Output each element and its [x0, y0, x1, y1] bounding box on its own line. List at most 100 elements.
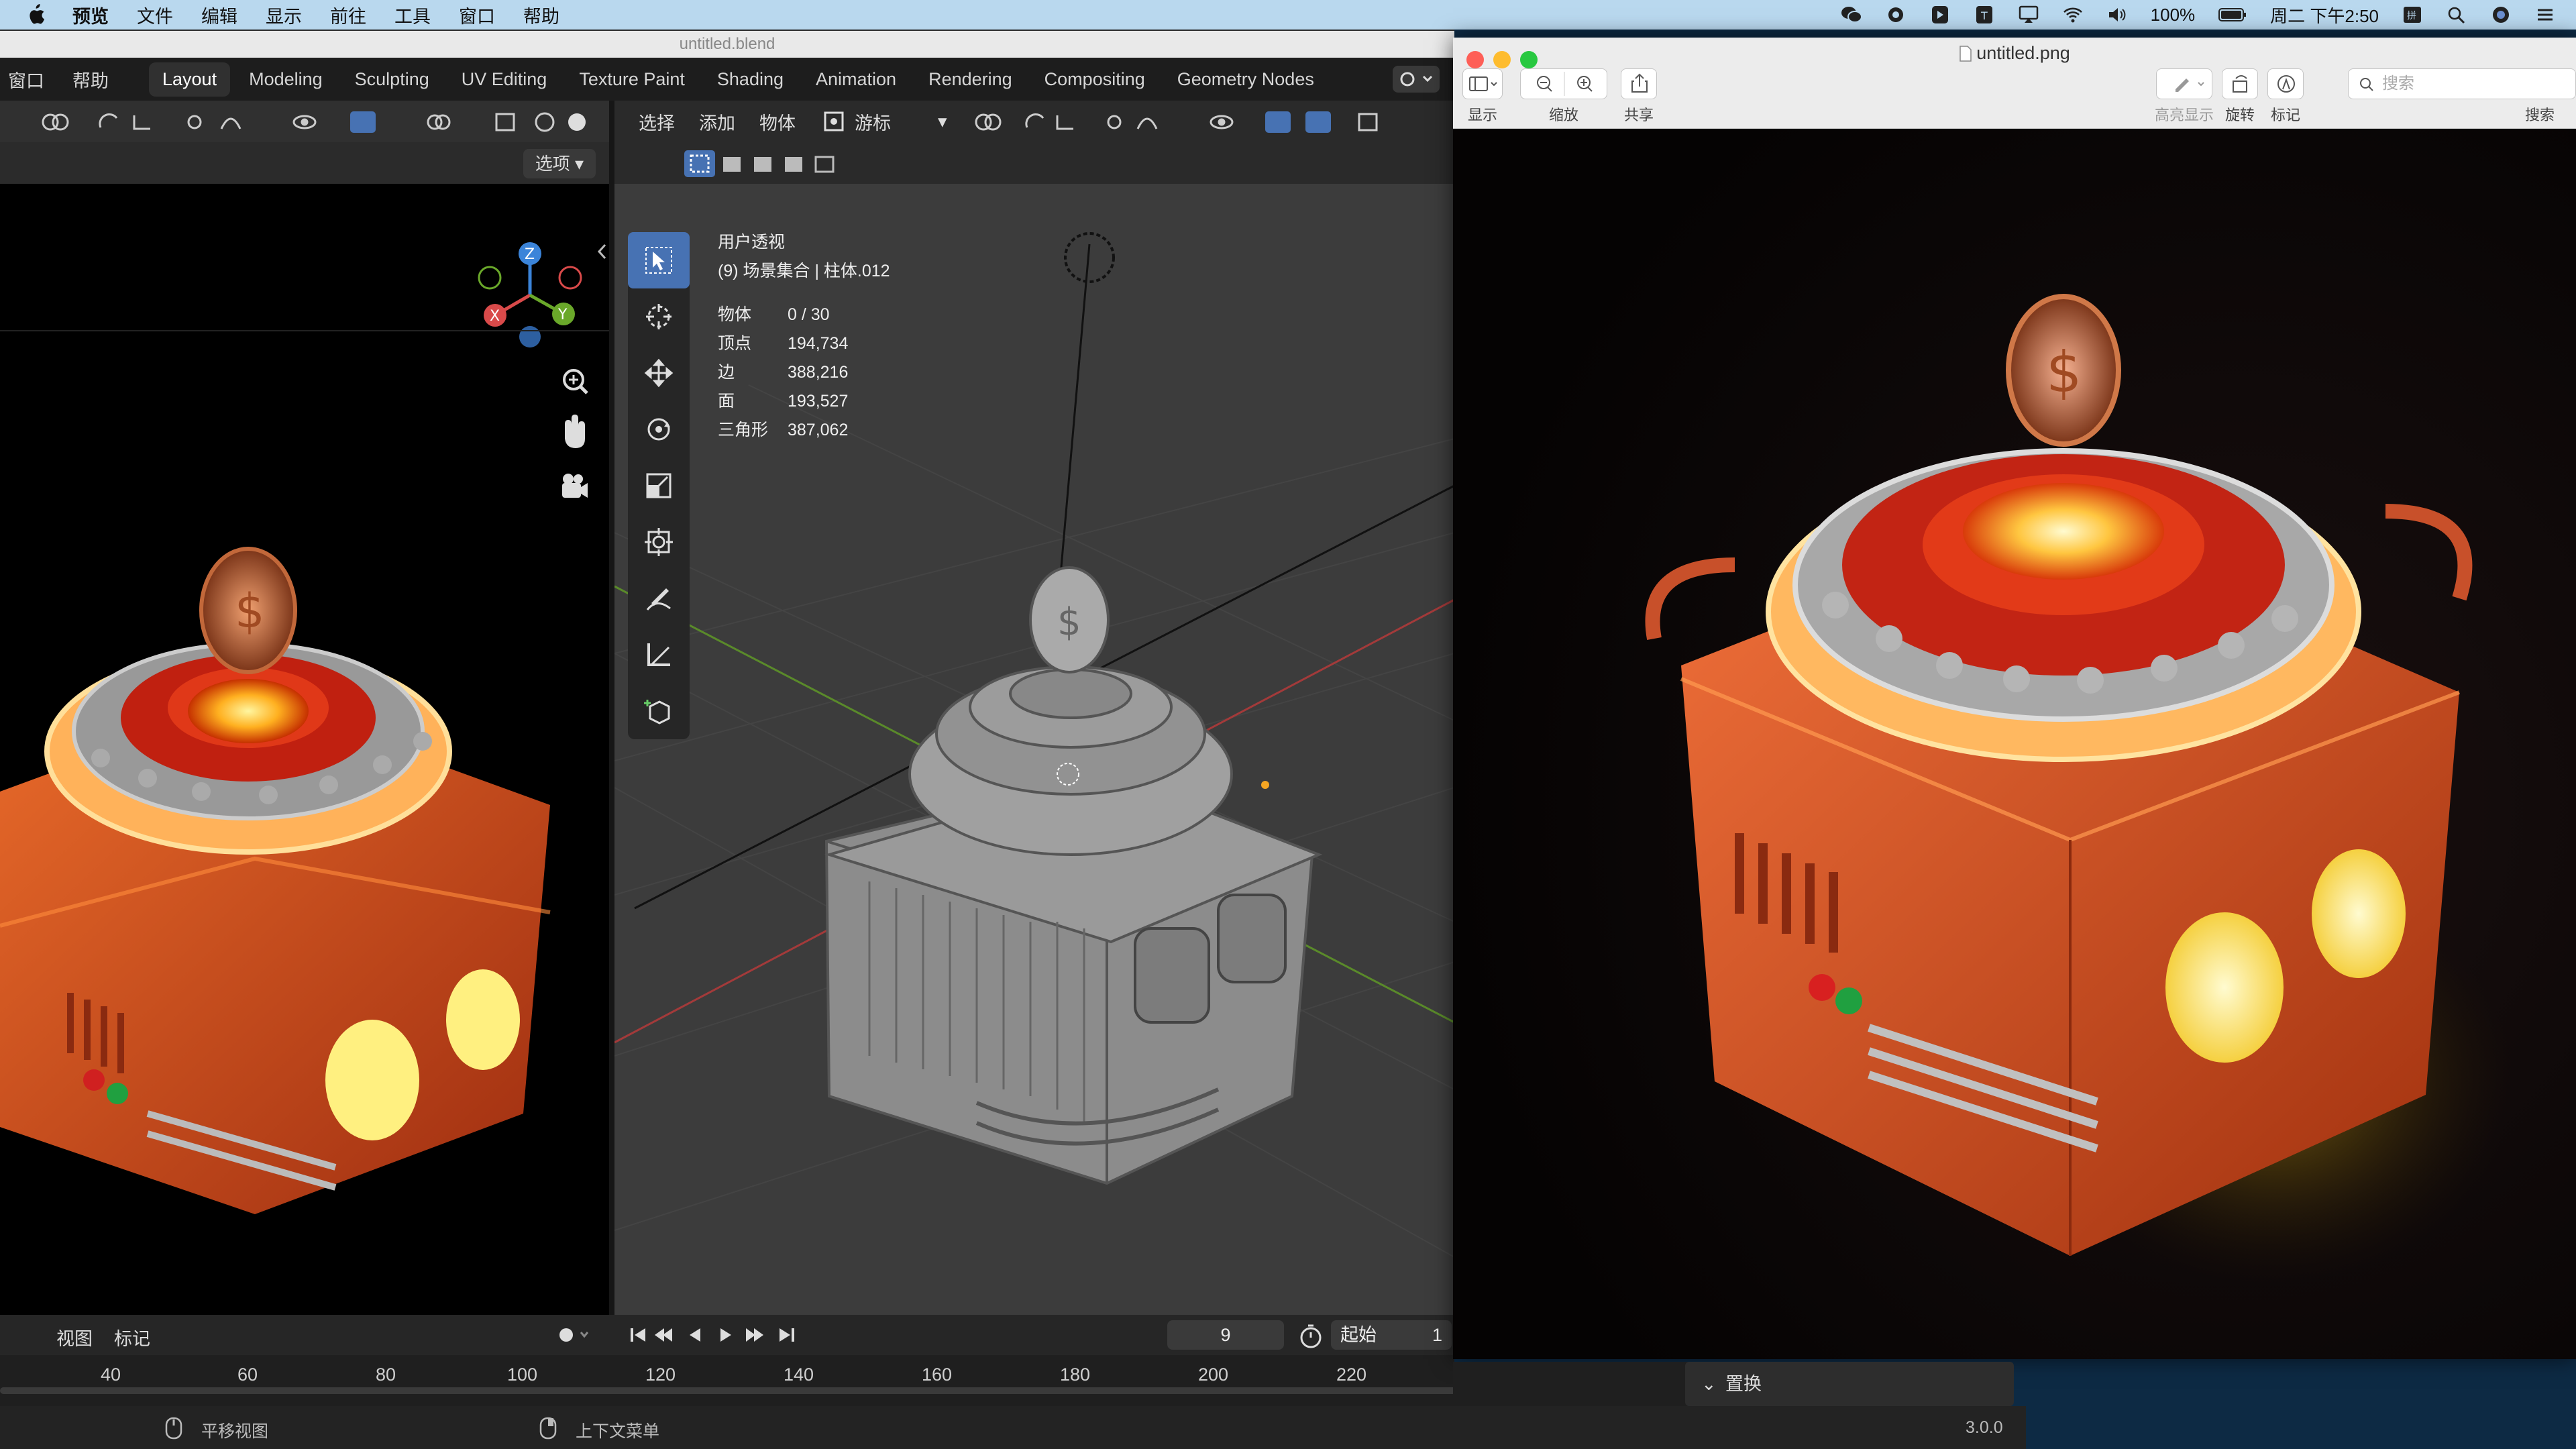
wechat-icon[interactable]: [1841, 5, 1862, 24]
collapse-sidebar-icon[interactable]: [596, 241, 609, 262]
tool-annotate[interactable]: [628, 570, 690, 627]
label-search: 搜索: [2524, 107, 2555, 123]
viewport-menu-object[interactable]: 物体: [759, 109, 796, 135]
airplay-icon[interactable]: [2018, 5, 2039, 24]
current-frame-field[interactable]: 9: [1167, 1320, 1284, 1350]
tool-transform[interactable]: [628, 514, 690, 570]
select-mode-bar: [614, 142, 1454, 184]
tab-compositing[interactable]: Compositing: [1031, 62, 1159, 97]
tab-uv-editing[interactable]: UV Editing: [448, 62, 561, 97]
viewport-stats-overlay: 用户透视 (9) 场景集合 | 柱体.012 物体 0 / 30 顶点 194,73…: [718, 228, 890, 445]
start-frame-field[interactable]: 起始 1: [1331, 1320, 1452, 1350]
ruler-tick: 180: [1060, 1364, 1091, 1385]
play-app-icon[interactable]: [1929, 5, 1951, 24]
viewport-menu-add[interactable]: 添加: [699, 109, 735, 135]
text-app-icon[interactable]: T: [1974, 5, 1995, 24]
input-method-icon[interactable]: 拼: [2402, 5, 2423, 24]
replace-panel[interactable]: ⌄ 置换: [1685, 1362, 2014, 1406]
menu-help[interactable]: 帮助: [523, 2, 559, 28]
stopwatch-icon[interactable]: [1297, 1323, 1324, 1350]
tab-layout[interactable]: Layout: [149, 62, 231, 97]
stat-row: 顶点 194,734: [718, 334, 849, 353]
timeline-scrollbar[interactable]: [0, 1387, 1610, 1394]
sidebar-view-button[interactable]: [1462, 68, 1503, 99]
blender-topbar: 窗口 帮助 Layout Modeling Sculpting UV Editi…: [0, 58, 1454, 101]
blender-titlebar: untitled.blend: [0, 31, 1454, 58]
menu-view[interactable]: 显示: [266, 2, 302, 28]
highlighter-icon: [2176, 78, 2204, 92]
volume-icon[interactable]: [2106, 5, 2128, 24]
tool-move[interactable]: [628, 345, 690, 401]
menu-go[interactable]: 前往: [330, 2, 366, 28]
menu-window[interactable]: 窗口: [459, 2, 495, 28]
timeline-ruler[interactable]: 40 60 80 100 120 140 160 180 200 220 240: [0, 1355, 1610, 1395]
timeline-menu-marker[interactable]: 标记: [114, 1324, 150, 1350]
transform-orientation-dropdown[interactable]: 游标: [855, 109, 891, 135]
3d-viewport[interactable]: 选择 添加 物体 游标 ▾ $ 用户透视 (9) 场景集合 | 柱体.012 物…: [614, 101, 1454, 1315]
label-highlight: 高亮显示: [2154, 107, 2214, 123]
menu-help-blender[interactable]: 帮助: [72, 66, 109, 93]
record-icon[interactable]: [1885, 5, 1907, 24]
tool-rotate[interactable]: [628, 401, 690, 458]
timeline-menu-view[interactable]: 视图: [56, 1324, 93, 1350]
tab-shading[interactable]: Shading: [704, 62, 797, 97]
options-dropdown[interactable]: 选项 ▾: [523, 149, 596, 178]
tool-scale[interactable]: [628, 458, 690, 514]
wifi-icon[interactable]: [2062, 5, 2084, 24]
apple-icon[interactable]: [25, 3, 46, 26]
tab-modeling[interactable]: Modeling: [235, 62, 336, 97]
orientation-chevron-icon[interactable]: ▾: [938, 111, 947, 132]
tool-add-cube[interactable]: [628, 683, 690, 739]
highlight-button[interactable]: [2156, 68, 2212, 99]
control-center-icon[interactable]: [2534, 5, 2556, 24]
ruler-tick: 80: [376, 1364, 396, 1385]
search-field[interactable]: 搜索: [2348, 68, 2576, 99]
tool-measure[interactable]: [628, 627, 690, 683]
markup-button[interactable]: [2267, 68, 2304, 99]
spotlight-search-icon[interactable]: [2446, 5, 2467, 24]
battery-icon[interactable]: [2218, 5, 2247, 24]
zoom-controls[interactable]: [1520, 68, 1607, 99]
menu-tools[interactable]: 工具: [394, 2, 431, 28]
move-icon: [644, 358, 674, 388]
tool-select-box[interactable]: [628, 232, 690, 288]
left-header-tools-icon[interactable]: [0, 109, 604, 136]
transform-icon: [645, 528, 673, 556]
scene-selector-icon[interactable]: [1393, 66, 1440, 93]
clock[interactable]: 周二 下午2:50: [2270, 3, 2379, 28]
tab-geometry-nodes[interactable]: Geometry Nodes: [1164, 62, 1328, 97]
ruler-tick: 220: [1336, 1364, 1367, 1385]
tab-animation[interactable]: Animation: [802, 62, 910, 97]
tab-sculpting[interactable]: Sculpting: [341, 62, 443, 97]
search-icon: [2360, 78, 2373, 91]
menu-file[interactable]: 文件: [137, 2, 173, 28]
tab-rendering[interactable]: Rendering: [915, 62, 1026, 97]
viewport-menu-select[interactable]: 选择: [639, 109, 675, 135]
rotate-image-icon: [2233, 75, 2247, 93]
menu-app-preview[interactable]: 预览: [72, 2, 109, 28]
tab-texture-paint[interactable]: Texture Paint: [566, 62, 698, 97]
stat-row: 三角形 387,062: [718, 421, 849, 439]
label-share: 共享: [1623, 107, 1654, 123]
playback-controls[interactable]: [628, 1324, 816, 1346]
ruler-tick: 200: [1198, 1364, 1229, 1385]
rotate-button[interactable]: [2222, 68, 2258, 99]
navigation-gizmo[interactable]: Z X Y: [463, 235, 597, 356]
siri-icon[interactable]: [2490, 5, 2512, 24]
stat-row: 边 388,216: [718, 363, 849, 382]
render-viewport[interactable]: 选项 ▾ Z X Y $: [0, 101, 609, 1315]
share-button[interactable]: [1621, 68, 1657, 99]
label-view: 显示: [1467, 107, 1497, 123]
scale-icon: [646, 473, 672, 498]
ruler-tick: 120: [645, 1364, 676, 1385]
chevron-down-icon[interactable]: ⌄: [1701, 1362, 1717, 1406]
select-cursor-icon: [645, 247, 672, 274]
record-keyframe-icon[interactable]: [551, 1324, 592, 1346]
select-mode-icons[interactable]: [684, 150, 840, 177]
viewport-header-tools-icon[interactable]: [970, 109, 1453, 136]
markup-pen-icon: [2277, 75, 2295, 93]
menu-window-blender[interactable]: 窗口: [8, 66, 44, 93]
menu-edit[interactable]: 编辑: [201, 2, 237, 28]
timeline-panel: 视图 标记 9 起始 1 40 60 80 100 120 140 160 180…: [0, 1315, 1610, 1419]
tool-cursor[interactable]: [628, 288, 690, 345]
